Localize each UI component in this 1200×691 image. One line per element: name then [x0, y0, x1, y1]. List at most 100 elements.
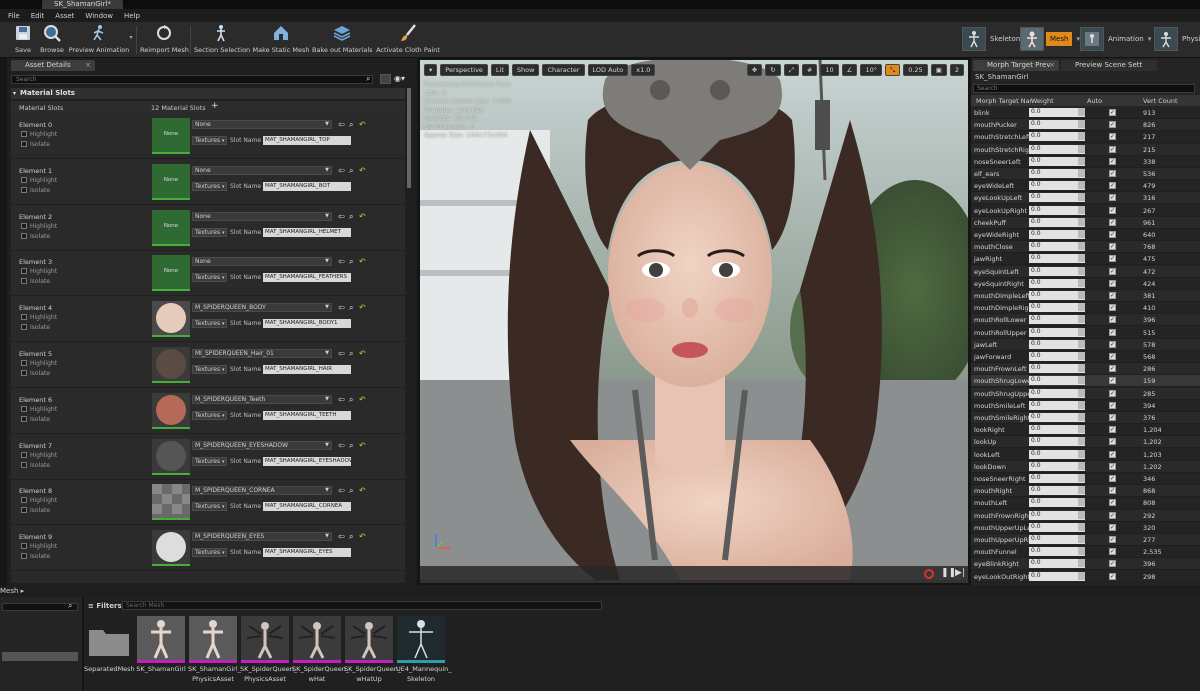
textures-dropdown[interactable]: Textures ▾: [192, 319, 227, 329]
material-dropdown[interactable]: M_SPIDERQUEEN_BODY ▼: [192, 303, 332, 313]
asset-search-input[interactable]: Search Mesh: [122, 601, 602, 610]
auto-checkbox[interactable]: ✓: [1109, 279, 1116, 287]
slot-name-field[interactable]: MAT_SHAMANGIRL_EYES: [263, 548, 351, 558]
reset-arrow-icon[interactable]: ↶: [359, 303, 366, 312]
morph-target-row[interactable]: blink 0.0 ✓ 913: [971, 107, 1200, 119]
isolate-checkbox[interactable]: [21, 324, 27, 331]
weight-field[interactable]: 0.0: [1029, 230, 1085, 239]
menu-file[interactable]: File: [8, 12, 20, 20]
browse-magnifier-icon[interactable]: ⌕: [349, 257, 353, 267]
morph-target-preview-tab[interactable]: Morph Target Prev ×: [973, 60, 1059, 71]
animation-mode-dropdown[interactable]: ▾: [1148, 35, 1152, 43]
reset-arrow-icon[interactable]: ↶: [359, 486, 366, 495]
browse-magnifier-icon[interactable]: ⌕: [349, 486, 353, 496]
asset-tile[interactable]: SK_SpiderQueen_ wHat: [292, 616, 349, 688]
auto-checkbox[interactable]: ✓: [1109, 475, 1116, 482]
auto-checkbox[interactable]: ✓: [1109, 255, 1116, 263]
show-button[interactable]: Show: [511, 64, 540, 76]
slot-name-field[interactable]: MAT_SHAMANGIRL_EYESHADOW: [263, 456, 351, 466]
auto-checkbox[interactable]: ✓: [1109, 389, 1116, 397]
material-dropdown[interactable]: None ▼: [192, 257, 332, 267]
auto-checkbox[interactable]: ✓: [1109, 218, 1116, 226]
auto-checkbox[interactable]: ✓: [1109, 145, 1116, 153]
menu-asset[interactable]: Asset: [55, 12, 74, 20]
browse-magnifier-icon[interactable]: ⌕: [349, 441, 353, 451]
weight-field[interactable]: 0.0: [1029, 449, 1085, 459]
weight-field[interactable]: 0.0: [1029, 291, 1085, 300]
spinner-icon[interactable]: [1078, 181, 1085, 190]
material-dropdown[interactable]: None ▼: [192, 211, 332, 221]
morph-target-row[interactable]: mouthUpperUpRight0.0 ✓ 277: [971, 534, 1200, 546]
morph-target-row[interactable]: mouthRollLower 0.0 ✓ 396: [971, 314, 1200, 327]
auto-checkbox[interactable]: ✓: [1109, 231, 1116, 238]
weight-field[interactable]: 0.0: [1029, 278, 1085, 288]
highlight-checkbox[interactable]: [21, 131, 27, 137]
rotation-snap-icon[interactable]: ∠: [841, 64, 858, 76]
textures-dropdown[interactable]: Textures ▾: [192, 502, 227, 512]
auto-checkbox[interactable]: ✓: [1109, 560, 1116, 568]
use-selected-arrow-icon[interactable]: ⇦: [338, 441, 345, 450]
reset-arrow-icon[interactable]: ↶: [359, 212, 366, 221]
morph-target-row[interactable]: mouthDimpleRight 0.0 ✓ 410: [971, 302, 1200, 315]
weight-field[interactable]: 0.0: [1029, 242, 1085, 252]
morph-target-row[interactable]: mouthPucker 0.0 ✓ 826: [971, 119, 1200, 132]
material-dropdown[interactable]: M_SPIDERQUEEN_EYES ▼: [192, 532, 332, 542]
spinner-icon[interactable]: [1078, 559, 1085, 568]
preview-viewport[interactable]: ▾ Perspective Lit Show Character LOD Aut…: [420, 60, 968, 583]
auto-checkbox[interactable]: ✓: [1109, 328, 1116, 336]
use-selected-arrow-icon[interactable]: ⇦: [338, 303, 345, 312]
spinner-icon[interactable]: [1078, 254, 1085, 263]
weight-field[interactable]: 0.0: [1029, 400, 1085, 410]
weight-field[interactable]: 0.0: [1029, 181, 1085, 191]
morph-target-row[interactable]: mouthStretchLeft 0.0 ✓ 217: [971, 131, 1200, 144]
playback-speed-button[interactable]: x1.0: [631, 64, 656, 76]
morph-target-row[interactable]: mouthShrugLower 0.0 ✓ 159: [971, 375, 1200, 388]
auto-checkbox[interactable]: ✓: [1109, 523, 1116, 531]
material-thumbnail[interactable]: [152, 301, 190, 338]
asset-details-search-input[interactable]: Search: [11, 75, 373, 84]
spinner-icon[interactable]: [1078, 498, 1085, 507]
weight-field[interactable]: 0.0: [1029, 388, 1085, 398]
weight-field[interactable]: 0.0: [1029, 217, 1085, 227]
weight-field[interactable]: 0.0: [1029, 169, 1085, 178]
isolate-checkbox[interactable]: [21, 507, 27, 514]
auto-checkbox[interactable]: ✓: [1109, 316, 1116, 324]
grid-snap-icon[interactable]: #: [801, 64, 818, 76]
morph-target-row[interactable]: mouthFrownLeft 0.0 ✓ 286: [971, 363, 1200, 376]
asset-tile[interactable]: SK_ShamanGirl: [136, 616, 186, 688]
textures-dropdown[interactable]: Textures ▾: [192, 273, 227, 283]
auto-checkbox[interactable]: ✓: [1109, 401, 1116, 409]
auto-checkbox[interactable]: ✓: [1109, 157, 1116, 165]
highlight-checkbox[interactable]: [21, 360, 27, 366]
auto-checkbox[interactable]: ✓: [1109, 194, 1116, 202]
weight-field[interactable]: 0.0: [1029, 144, 1085, 154]
reset-arrow-icon[interactable]: ↶: [359, 257, 366, 266]
morph-target-row[interactable]: lookUp 0.0 ✓ 1,202: [971, 436, 1200, 449]
spinner-icon[interactable]: [1078, 510, 1085, 519]
spinner-icon[interactable]: [1078, 547, 1085, 556]
column-vert-count[interactable]: Vert Count: [1143, 97, 1178, 105]
use-selected-arrow-icon[interactable]: ⇦: [338, 120, 345, 129]
asset-tile[interactable]: SK_SpiderQueen_ PhysicsAsset: [240, 616, 297, 688]
morph-target-row[interactable]: mouthStretchRight 0.0 ✓ 215: [971, 143, 1200, 156]
weight-field[interactable]: 0.0: [1029, 571, 1085, 581]
material-dropdown[interactable]: MI_SPIDERQUEEN_Hair_01 ▼: [192, 349, 332, 358]
weight-field[interactable]: 0.0: [1029, 510, 1085, 520]
isolate-checkbox[interactable]: [21, 232, 27, 239]
use-selected-arrow-icon[interactable]: ⇦: [338, 212, 345, 221]
material-dropdown[interactable]: M_SPIDERQUEEN_Teeth ▼: [192, 394, 332, 404]
spinner-icon[interactable]: [1078, 120, 1085, 129]
material-thumbnail[interactable]: [152, 530, 190, 567]
auto-checkbox[interactable]: ✓: [1109, 292, 1116, 299]
column-morph-target-name[interactable]: Morph Target Nar: [976, 97, 1032, 105]
spinner-icon[interactable]: [1078, 339, 1085, 348]
camera-speed-value[interactable]: 2: [949, 64, 964, 76]
auto-checkbox[interactable]: ✓: [1109, 450, 1116, 458]
spinner-icon[interactable]: [1078, 388, 1085, 397]
material-thumbnail[interactable]: None: [152, 118, 190, 154]
morph-target-row[interactable]: mouthClose 0.0 ✓ 768: [971, 241, 1200, 254]
browse-button[interactable]: Browse: [36, 23, 68, 56]
weight-field[interactable]: 0.0: [1029, 425, 1085, 435]
spinner-icon[interactable]: [1078, 169, 1085, 177]
morph-target-row[interactable]: noseSneerLeft 0.0 ✓ 338: [971, 156, 1200, 168]
